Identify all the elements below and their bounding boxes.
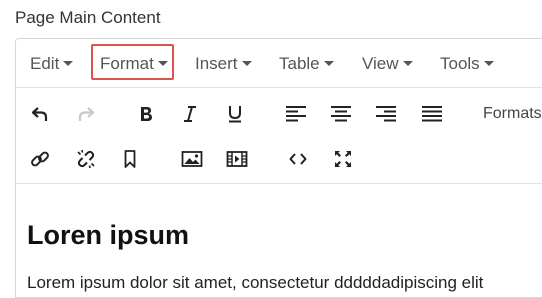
chevron-down-icon — [323, 61, 334, 66]
menubar: Edit Format Insert Table View Tools — [16, 39, 542, 88]
link-button[interactable] — [27, 146, 53, 172]
code-button[interactable] — [285, 146, 311, 172]
bold-button[interactable] — [133, 101, 159, 127]
undo-button[interactable] — [27, 101, 53, 127]
menu-tools-label: Tools — [440, 54, 480, 73]
media-icon — [226, 151, 248, 167]
redo-icon — [78, 107, 95, 121]
menu-view-label: View — [362, 54, 399, 73]
menu-insert[interactable]: Insert — [195, 53, 252, 75]
bookmark-button[interactable] — [117, 146, 143, 172]
undo-icon — [31, 107, 48, 121]
redo-button[interactable] — [73, 101, 99, 127]
image-icon — [181, 151, 203, 167]
unlink-button[interactable] — [73, 146, 99, 172]
chevron-down-icon — [63, 61, 74, 66]
menu-edit-label: Edit — [30, 54, 60, 73]
menu-view[interactable]: View — [362, 53, 413, 75]
menu-table-label: Table — [279, 54, 320, 73]
link-icon — [31, 151, 49, 167]
chevron-down-icon — [157, 61, 168, 66]
align-center-icon — [331, 106, 351, 122]
rich-text-editor: Edit Format Insert Table View Tools Form… — [15, 38, 542, 298]
align-left-icon — [286, 106, 306, 122]
menu-format[interactable]: Format — [100, 53, 168, 75]
bookmark-icon — [124, 150, 136, 168]
fullscreen-button[interactable] — [330, 146, 356, 172]
content-paragraph: Lorem ipsum dolor sit amet, consectetur … — [27, 273, 484, 292]
align-left-button[interactable] — [283, 101, 309, 127]
bold-icon — [141, 107, 152, 121]
align-right-button[interactable] — [373, 101, 399, 127]
editor-content[interactable]: Loren ipsum Lorem ipsum dolor sit amet, … — [16, 184, 542, 297]
align-justify-button[interactable] — [419, 101, 445, 127]
menu-format-label: Format — [100, 54, 154, 73]
image-button[interactable] — [179, 146, 205, 172]
fullscreen-icon — [335, 151, 351, 167]
underline-button[interactable] — [222, 101, 248, 127]
chevron-down-icon — [483, 61, 494, 66]
chevron-down-icon — [402, 61, 413, 66]
unlink-icon — [77, 149, 95, 169]
italic-button[interactable] — [177, 101, 203, 127]
menu-insert-label: Insert — [195, 54, 238, 73]
chevron-down-icon — [241, 61, 252, 66]
field-label: Page Main Content — [15, 8, 161, 27]
menu-tools[interactable]: Tools — [440, 53, 494, 75]
align-justify-icon — [422, 106, 442, 122]
toolbar: Formats — [16, 87, 542, 184]
content-heading: Loren ipsum — [27, 220, 190, 250]
align-center-button[interactable] — [328, 101, 354, 127]
underline-icon — [229, 106, 241, 123]
menu-table[interactable]: Table — [279, 53, 334, 75]
menu-edit[interactable]: Edit — [30, 53, 74, 75]
formats-dropdown[interactable]: Formats — [483, 105, 542, 123]
italic-icon — [184, 106, 196, 122]
align-right-icon — [376, 106, 396, 122]
code-icon — [289, 153, 307, 165]
media-button[interactable] — [224, 146, 250, 172]
